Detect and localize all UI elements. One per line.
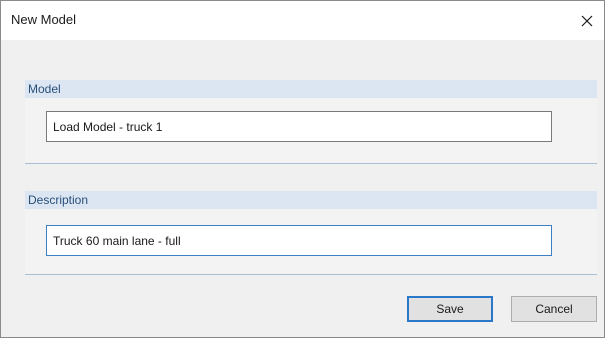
description-input[interactable] [46, 225, 552, 256]
new-model-dialog: New Model Model Description Save Cancel [0, 0, 605, 338]
model-group: Model [25, 80, 597, 164]
save-button[interactable]: Save [407, 296, 493, 322]
description-group: Description [25, 191, 597, 275]
description-group-header: Description [25, 191, 597, 209]
title-bar[interactable]: New Model [1, 1, 604, 40]
dialog-title: New Model [11, 12, 77, 27]
model-group-header: Model [25, 80, 597, 98]
cancel-button[interactable]: Cancel [511, 296, 597, 322]
close-icon [581, 15, 593, 26]
close-button[interactable] [570, 1, 604, 40]
model-name-input[interactable] [46, 111, 552, 142]
